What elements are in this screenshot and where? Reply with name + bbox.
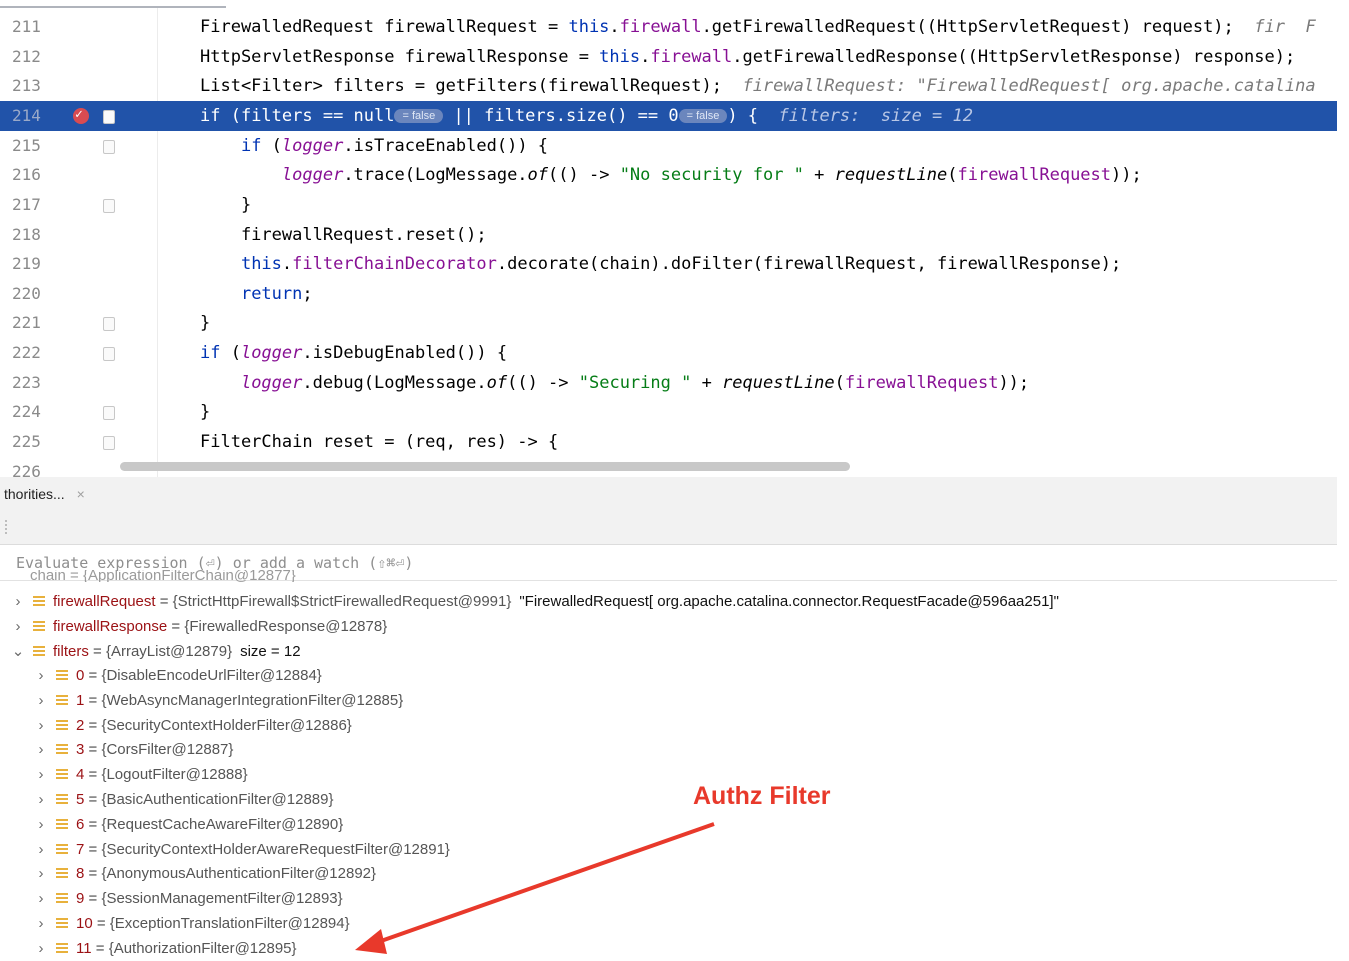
arrow-shaft: [377, 822, 715, 944]
arrow-head: [355, 929, 387, 954]
annotation-arrow: [355, 822, 715, 954]
